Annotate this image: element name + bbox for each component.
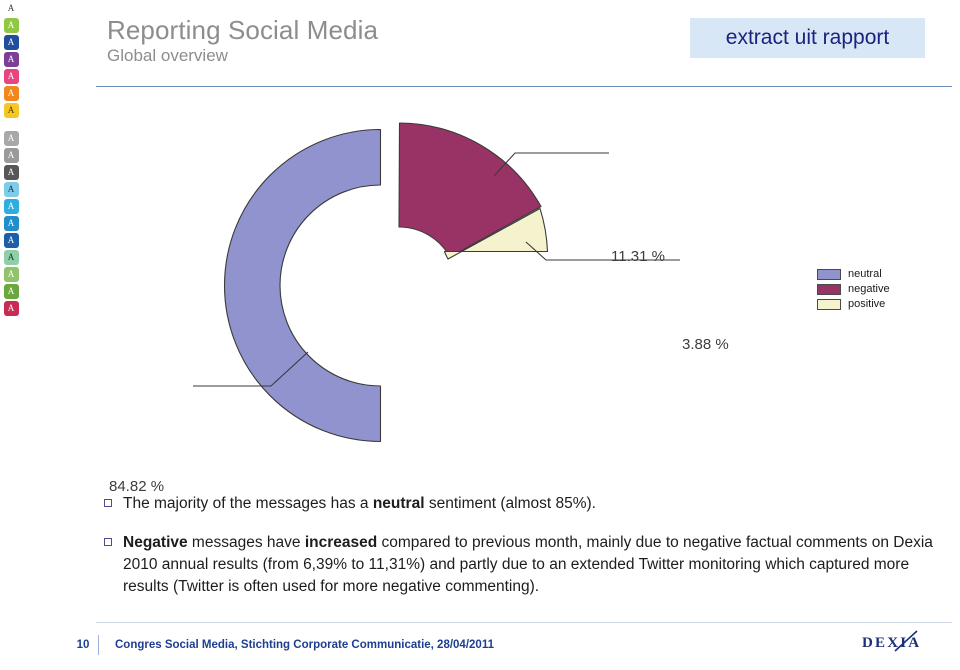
square-bullet-icon bbox=[104, 499, 112, 507]
legend-item-negative: negative bbox=[817, 283, 890, 296]
bullet-negative-increase-run-2: increased bbox=[304, 534, 378, 551]
footer-separator bbox=[98, 635, 99, 655]
legend-label-neutral: neutral bbox=[848, 268, 882, 280]
bullet-neutral-majority-run-2: sentiment (almost 85%). bbox=[424, 495, 596, 512]
data-label-negative: 11.31 % bbox=[611, 248, 665, 265]
chart-legend: neutral negative positive bbox=[817, 268, 890, 311]
style-gap bbox=[4, 120, 19, 129]
bullet-negative-increase-text: Negative messages have increased compare… bbox=[123, 532, 944, 598]
page-subtitle: Global overview bbox=[107, 46, 228, 66]
page-title: Reporting Social Media bbox=[107, 15, 379, 45]
page-number: 10 bbox=[76, 639, 90, 651]
donut-slice-neutral bbox=[223, 128, 382, 443]
slide-canvas: AAAAAAAAAAAAAAAAAA Reporting Social Medi… bbox=[0, 0, 960, 670]
legend-item-neutral: neutral bbox=[817, 268, 890, 281]
style-purple[interactable]: A bbox=[3, 52, 19, 67]
style-yellow[interactable]: A bbox=[3, 103, 19, 118]
legend-swatch-neutral bbox=[817, 269, 841, 280]
style-leaf[interactable]: A bbox=[3, 284, 19, 299]
bullet-neutral-majority-run-1: neutral bbox=[372, 495, 425, 512]
dexia-logo-slash-icon bbox=[894, 630, 918, 652]
style-green[interactable]: A bbox=[3, 18, 19, 33]
bullet-negative-increase-run-1: messages have bbox=[187, 534, 305, 551]
footer-divider-rule bbox=[96, 622, 952, 623]
header-title-block: Reporting Social Media Global overview bbox=[107, 15, 379, 67]
style-lime[interactable]: A bbox=[3, 267, 19, 282]
extract-badge: extract uit rapport bbox=[690, 18, 925, 58]
legend-swatch-positive bbox=[817, 299, 841, 310]
style-default[interactable]: A bbox=[4, 1, 19, 16]
style-navy[interactable]: A bbox=[3, 233, 19, 248]
bullet-negative-increase-run-0: Negative bbox=[123, 534, 188, 551]
legend-swatch-negative bbox=[817, 284, 841, 295]
legend-item-positive: positive bbox=[817, 298, 890, 311]
style-gray-light[interactable]: A bbox=[3, 131, 19, 146]
bullet-neutral-majority-run-0: The majority of the messages has a bbox=[123, 495, 373, 512]
style-gray-mid[interactable]: A bbox=[3, 148, 19, 163]
bullet-neutral-majority: The majority of the messages has a neutr… bbox=[104, 493, 944, 515]
dexia-logo: DEXIA bbox=[862, 630, 952, 656]
sentiment-donut-chart: 11.31 % 3.88 % 84.82 % neutral negative po… bbox=[96, 100, 952, 495]
style-gray-dark[interactable]: A bbox=[3, 165, 19, 180]
style-azure[interactable]: A bbox=[3, 216, 19, 231]
style-sky[interactable]: A bbox=[3, 182, 19, 197]
bullet-list: The majority of the messages has a neutr… bbox=[104, 493, 944, 598]
footer-text: Congres Social Media, Stichting Corporat… bbox=[115, 639, 494, 651]
style-blue[interactable]: A bbox=[3, 35, 19, 50]
header-divider bbox=[96, 86, 952, 87]
square-bullet-icon bbox=[104, 538, 112, 546]
style-orange[interactable]: A bbox=[3, 86, 19, 101]
legend-label-negative: negative bbox=[848, 283, 890, 295]
slide-footer: 10 Congres Social Media, Stichting Corpo… bbox=[70, 633, 952, 657]
bullet-neutral-majority-text: The majority of the messages has a neutr… bbox=[123, 493, 596, 515]
data-label-positive: 3.88 % bbox=[682, 336, 729, 353]
style-swatch-rail[interactable]: AAAAAAAAAAAAAAAAAA bbox=[0, 0, 22, 670]
style-mint[interactable]: A bbox=[3, 250, 19, 265]
extract-badge-label: extract uit rapport bbox=[725, 26, 890, 49]
style-cyan[interactable]: A bbox=[3, 199, 19, 214]
style-pink[interactable]: A bbox=[3, 69, 19, 84]
legend-label-positive: positive bbox=[848, 298, 886, 310]
bullet-negative-increase: Negative messages have increased compare… bbox=[104, 532, 944, 598]
style-crimson[interactable]: A bbox=[3, 301, 19, 316]
